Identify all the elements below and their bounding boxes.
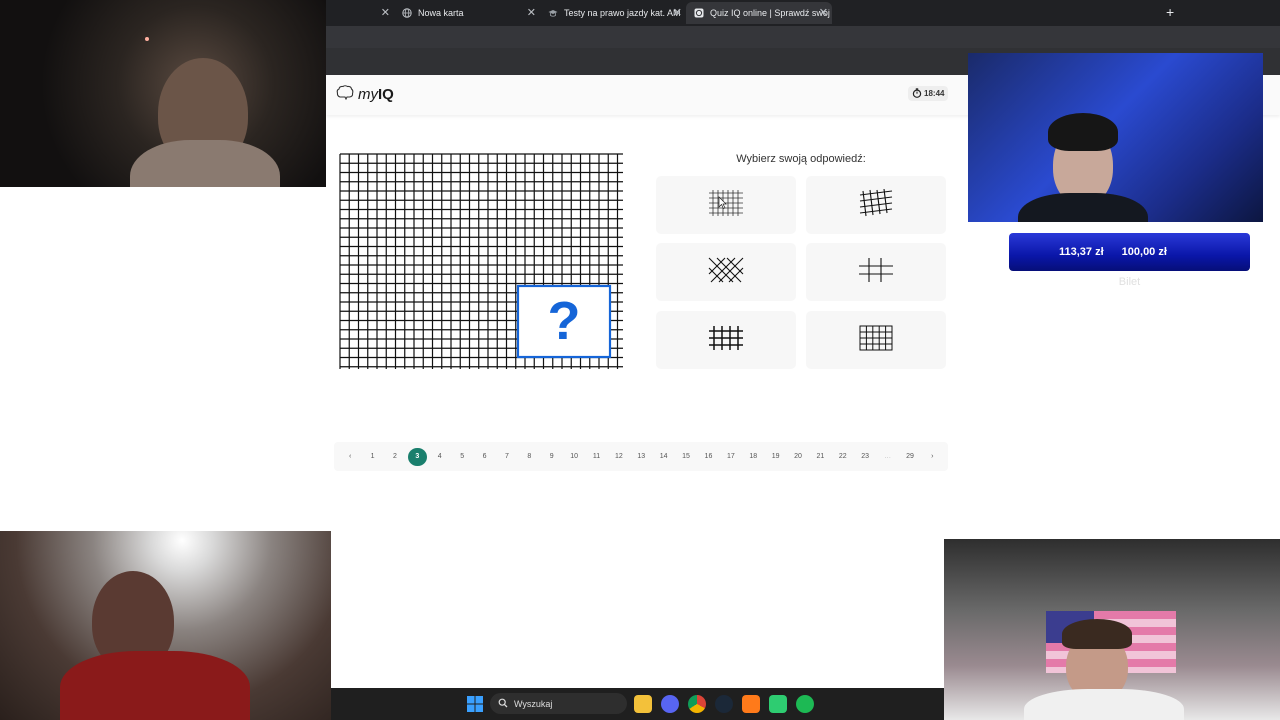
steam-icon[interactable] xyxy=(715,695,733,713)
page-button-14[interactable]: 14 xyxy=(654,448,672,466)
page-button-11[interactable]: 11 xyxy=(587,448,605,466)
page-button-22[interactable]: 22 xyxy=(834,448,852,466)
app-icon[interactable] xyxy=(742,695,760,713)
close-icon[interactable]: ✕ xyxy=(381,6,390,19)
graduation-cap-icon xyxy=(548,8,558,18)
spotify-icon[interactable] xyxy=(796,695,814,713)
fine-grid-icon xyxy=(707,189,745,222)
answer-prompt: Wybierz swoją odpowiedź: xyxy=(736,153,866,165)
page-button-15[interactable]: 15 xyxy=(677,448,695,466)
search-placeholder: Wyszukaj xyxy=(514,698,553,709)
tab-title: Quiz IQ online | Sprawdź swój xyxy=(710,8,830,18)
page-button-7[interactable]: 7 xyxy=(498,448,516,466)
windows-start-icon[interactable] xyxy=(466,695,484,713)
page-button-9[interactable]: 9 xyxy=(543,448,561,466)
missing-piece-mark: ? xyxy=(548,291,581,351)
chrome-icon[interactable] xyxy=(688,695,706,713)
page-button-29[interactable]: 29 xyxy=(901,448,919,466)
donation-caption: Bilet xyxy=(1118,276,1141,288)
close-icon[interactable]: ✕ xyxy=(819,6,828,19)
quiz-timer: 18:44 xyxy=(908,86,949,101)
page-button-13[interactable]: 13 xyxy=(632,448,650,466)
prev-page-button[interactable]: ‹ xyxy=(341,448,359,466)
page-button-5[interactable]: 5 xyxy=(453,448,471,466)
stopwatch-icon xyxy=(912,87,922,100)
donation-amount-2: 100,00 zł xyxy=(1121,246,1167,258)
page-button-21[interactable]: 21 xyxy=(811,448,829,466)
answer-option-5[interactable] xyxy=(656,311,796,369)
tab-title: Testy na prawo jazdy kat. AM xyxy=(564,8,681,18)
page-button-4[interactable]: 4 xyxy=(431,448,449,466)
browser-tab-3[interactable]: Quiz IQ online | Sprawdź swój ✕ xyxy=(686,2,832,24)
page-button-16[interactable]: 16 xyxy=(699,448,717,466)
donation-amount-1: 113,37 zł xyxy=(1059,246,1104,258)
globe-icon xyxy=(402,8,412,18)
answer-option-3[interactable] xyxy=(656,243,796,301)
browser-tab-0[interactable]: ✕ xyxy=(326,2,394,24)
page-button-23[interactable]: 23 xyxy=(856,448,874,466)
answer-option-2[interactable] xyxy=(806,176,946,234)
file-explorer-icon[interactable] xyxy=(634,695,652,713)
site-logo[interactable]: my IQ xyxy=(336,85,394,104)
discord-icon[interactable] xyxy=(661,695,679,713)
page-button-20[interactable]: 20 xyxy=(789,448,807,466)
tab-title: Nowa karta xyxy=(418,8,464,18)
browser-tab-1[interactable]: Nowa karta ✕ xyxy=(394,2,540,24)
page-button-3[interactable]: 3 xyxy=(408,447,427,466)
skewed-grid-icon xyxy=(857,188,895,222)
search-icon xyxy=(498,698,508,710)
page-button-17[interactable]: 17 xyxy=(722,448,740,466)
page-button-10[interactable]: 10 xyxy=(565,448,583,466)
question-pagination: ‹ 1 2 3 4 5 6 7 8 9 10 11 12 13 14 15 16 17 18 19 20 21 22 23…… xyxy=(334,442,948,471)
answer-option-4[interactable] xyxy=(806,243,946,301)
page-button-12[interactable]: 12 xyxy=(610,448,628,466)
page-button-18[interactable]: 18 xyxy=(744,448,762,466)
donation-alert: 113,37 zł 100,00 zł xyxy=(1009,233,1250,271)
diagonal-lattice-icon xyxy=(707,256,745,289)
browser-tab-2[interactable]: Testy na prawo jazdy kat. AM ✕ xyxy=(540,2,686,24)
close-icon[interactable]: ✕ xyxy=(527,6,536,19)
webcam-feed-2 xyxy=(968,53,1263,222)
answer-option-1[interactable] xyxy=(656,176,796,234)
brain-icon xyxy=(336,85,354,104)
page-button-1[interactable]: 1 xyxy=(363,448,381,466)
taskbar-search[interactable]: Wyszukaj xyxy=(490,693,627,714)
page-button-2[interactable]: 2 xyxy=(386,448,404,466)
webcam-feed-3 xyxy=(0,531,331,720)
logo-iq: IQ xyxy=(378,86,394,103)
timer-value: 18:44 xyxy=(924,89,945,98)
taskbar: Wyszukaj xyxy=(331,688,944,720)
new-tab-button[interactable]: + xyxy=(1166,4,1174,20)
page-button-8[interactable]: 8 xyxy=(520,448,538,466)
page-button-6[interactable]: 6 xyxy=(475,448,493,466)
screen: ✕ Nowa karta ✕ Testy na prawo jazdy kat.… xyxy=(0,0,1280,720)
logo-my: my xyxy=(358,86,378,103)
hash-grid-icon xyxy=(857,256,895,289)
bold-hash-grid-icon xyxy=(707,324,745,357)
page-button-19[interactable]: 19 xyxy=(766,448,784,466)
page-ellipsis: … xyxy=(884,453,892,460)
address-bar[interactable] xyxy=(326,26,1280,48)
quiz-site-icon xyxy=(694,8,704,18)
square-grid-icon xyxy=(857,324,895,357)
webcam-feed-4 xyxy=(944,539,1280,720)
app-icon[interactable] xyxy=(769,695,787,713)
browser-tab-bar: ✕ Nowa karta ✕ Testy na prawo jazdy kat.… xyxy=(326,0,1280,26)
puzzle-image: ? xyxy=(338,153,625,370)
close-icon[interactable]: ✕ xyxy=(673,6,682,19)
next-page-button[interactable]: › xyxy=(923,448,941,466)
answer-option-6[interactable] xyxy=(806,311,946,369)
webcam-feed-1 xyxy=(0,0,326,187)
